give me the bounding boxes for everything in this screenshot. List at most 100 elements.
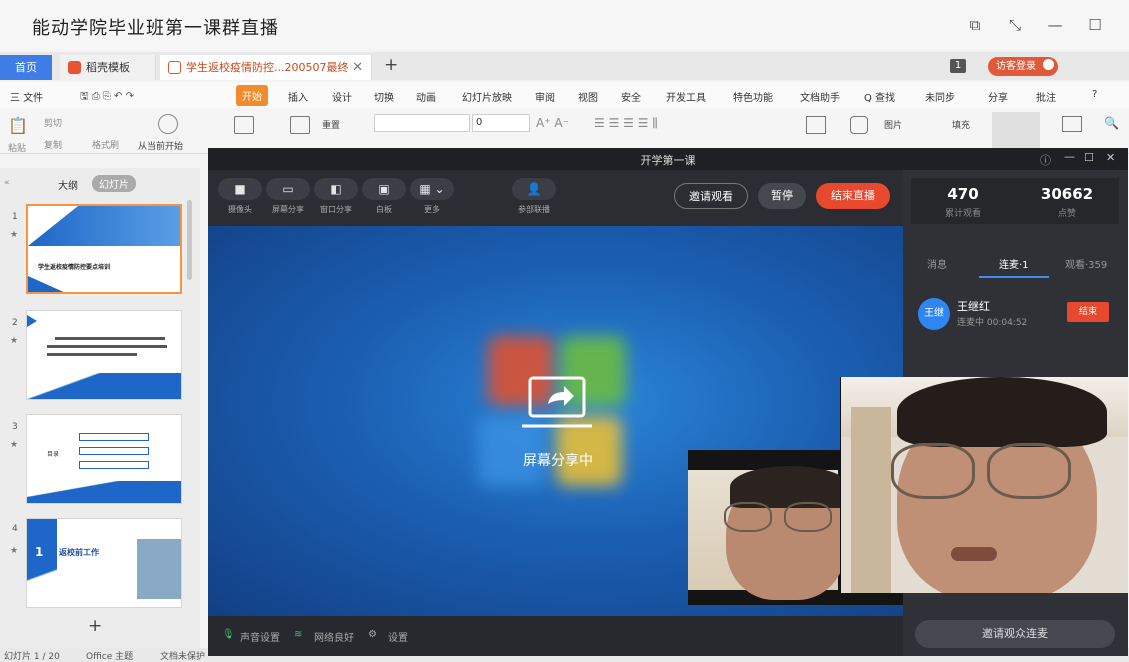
scrollbar[interactable] xyxy=(187,200,192,280)
more-button[interactable]: ▦ ⌄ 更多 xyxy=(410,178,454,218)
menu-view[interactable]: 视图 xyxy=(578,89,598,104)
menu-security[interactable]: 安全 xyxy=(621,89,641,104)
sharing-status: 屏幕分享中 xyxy=(523,453,593,469)
whiteboard-button[interactable]: ▣ 白板 xyxy=(362,178,406,218)
help-button[interactable]: ? xyxy=(1092,89,1097,100)
menu-features[interactable]: 特色功能 xyxy=(733,89,773,104)
caller-status: 连麦中 00:04:52 xyxy=(957,318,1028,328)
teacher-video-large[interactable] xyxy=(840,377,1128,593)
shape-icon[interactable] xyxy=(850,116,868,134)
font-grow-icon[interactable]: A⁺ A⁻ xyxy=(536,116,569,130)
settings-button[interactable]: 设置 xyxy=(388,629,408,644)
menu-file[interactable]: 三 文件 xyxy=(10,89,43,104)
fill-button[interactable]: 填充 xyxy=(952,118,970,131)
add-slide-button[interactable]: + xyxy=(88,616,102,636)
app-title-bar: 能动学院毕业班第一课群直播 ⧉ ⤡ — ☐ xyxy=(0,0,1129,50)
new-tab-button[interactable]: + xyxy=(384,55,398,75)
protect-status[interactable]: 文档未保护 xyxy=(160,649,205,662)
tab-viewers[interactable]: 观看·359 xyxy=(1065,256,1107,271)
menu-slideshow[interactable]: 幻灯片放映 xyxy=(462,89,512,104)
close-icon[interactable]: ✕ xyxy=(352,55,363,80)
textbox-icon[interactable] xyxy=(806,116,826,134)
image-button[interactable]: 图片 xyxy=(884,118,902,131)
minimize-icon[interactable]: — xyxy=(1064,150,1075,163)
menu-find[interactable]: Q 查找 xyxy=(864,89,895,104)
window-share-button[interactable]: ◧ 窗口分享 xyxy=(314,178,358,218)
paste-icon[interactable]: 📋 xyxy=(8,116,28,135)
live-title: 开学第一课 xyxy=(640,154,696,167)
quick-toolbar-icons[interactable]: 🖫 ⎙ ⎘ ↶ ↷ xyxy=(80,89,134,106)
slides-tab[interactable]: 幻灯片 xyxy=(92,175,136,192)
minimize-button[interactable]: — xyxy=(1044,14,1066,36)
members-button[interactable]: 👤 参部联播 xyxy=(512,178,556,218)
maximize-button[interactable]: ☐ xyxy=(1084,14,1106,36)
user-icon xyxy=(1043,59,1055,70)
cut-button[interactable]: 剪切 xyxy=(44,116,62,129)
menu-review[interactable]: 审阅 xyxy=(535,89,555,104)
network-status: 网络良好 xyxy=(314,633,354,644)
play-icon[interactable] xyxy=(158,114,178,134)
shrink-icon[interactable]: ⤡ xyxy=(1004,14,1026,36)
copy-button[interactable]: 复制 xyxy=(44,138,62,151)
tab-mic[interactable]: 连麦·1 xyxy=(999,256,1029,271)
animation-star-icon: ★ xyxy=(10,230,19,240)
slide-counter: 幻灯片 1 / 20 xyxy=(4,652,60,662)
stats-box: 470 累计观看 30662 点赞 xyxy=(911,178,1119,224)
window-count-badge[interactable]: 1 xyxy=(950,59,966,73)
menu-start[interactable]: 开始 xyxy=(236,85,268,106)
end-mic-button[interactable]: 结束 xyxy=(1067,302,1109,322)
menu-design[interactable]: 设计 xyxy=(332,89,352,104)
from-current-button[interactable]: 从当前开始 xyxy=(138,139,183,152)
font-size-field[interactable]: 0 xyxy=(472,114,530,132)
invite-watch-button[interactable]: 邀请观看 xyxy=(674,183,748,209)
tab-home[interactable]: 首页 xyxy=(0,55,52,80)
maximize-icon[interactable]: ☐ xyxy=(1084,151,1094,164)
tab-template[interactable]: 稻壳模板 xyxy=(60,55,156,80)
menu-dev-tools[interactable]: 开发工具 xyxy=(666,89,706,104)
pause-button[interactable]: 暂停 xyxy=(758,183,806,209)
reset-button[interactable]: 重置 xyxy=(322,118,340,131)
new-slide-icon[interactable] xyxy=(234,116,254,134)
slide-title: 学生返校疫情防控要点培训 xyxy=(38,264,111,271)
tab-template-label: 稻壳模板 xyxy=(86,61,130,74)
slide-thumbnail-1[interactable]: 学生返校疫情防控要点培训 xyxy=(26,204,182,294)
collapse-icon[interactable]: « xyxy=(4,178,10,188)
more-label: 更多 xyxy=(424,205,440,214)
slide-thumbnail-2[interactable] xyxy=(26,310,182,400)
invite-mic-button[interactable]: 邀请观众连麦 xyxy=(915,620,1115,648)
menu-animation[interactable]: 动画 xyxy=(416,89,436,104)
format-painter-button[interactable]: 格式刷 xyxy=(92,138,119,151)
slide-thumbnail-4[interactable]: 1 返校前工作 xyxy=(26,518,182,608)
search-icon[interactable]: 🔍 xyxy=(1104,116,1119,130)
end-live-button[interactable]: 结束直播 xyxy=(816,183,890,209)
sync-status[interactable]: 未同步 xyxy=(925,89,955,104)
live-title-bar: 开学第一课 ⓘ — ☐ ✕ xyxy=(208,148,1128,170)
menu-doc-assistant[interactable]: 文档助手 xyxy=(800,89,840,104)
menu-insert[interactable]: 插入 xyxy=(288,89,308,104)
camera-button[interactable]: ■ 摄像头 xyxy=(218,178,262,218)
outline-tab[interactable]: 大纲 xyxy=(58,177,78,192)
close-icon[interactable]: ✕ xyxy=(1106,151,1115,164)
tab-messages[interactable]: 消息 xyxy=(927,256,947,271)
screen-share-button[interactable]: ▭ 屏幕分享 xyxy=(266,178,310,218)
slide-thumbnail-3[interactable]: 目录 xyxy=(26,414,182,504)
section-number: 1 xyxy=(35,545,44,559)
members-icon: 👤 xyxy=(512,178,556,200)
paste-button[interactable]: 粘贴 xyxy=(8,141,26,154)
total-views-label: 累计观看 xyxy=(944,209,981,219)
tab-document[interactable]: 学生返校疫情防控...200507最终 ✕ xyxy=(160,55,372,80)
window-title: 能动学院毕业班第一课群直播 xyxy=(32,18,279,39)
menu-transition[interactable]: 切换 xyxy=(374,89,394,104)
highlight-tool-button[interactable] xyxy=(992,112,1040,150)
audio-settings[interactable]: 声音设置 xyxy=(240,629,280,644)
help-icon[interactable]: ⓘ xyxy=(1040,152,1051,168)
comment-button[interactable]: 批注 xyxy=(1036,89,1056,104)
layout-icon[interactable] xyxy=(290,116,310,134)
list-icons[interactable]: ☰ ☰ ☰ ☰ ⫼ xyxy=(594,116,658,131)
screen-icon[interactable] xyxy=(1062,116,1082,132)
font-name-field[interactable] xyxy=(374,114,470,132)
share-button[interactable]: 分享 xyxy=(988,89,1008,104)
pip-icon[interactable]: ⧉ xyxy=(964,14,986,36)
slides-panel: « 大纲 幻灯片 1 ★ 学生返校疫情防控要点培训 2 ★ 3 ★ 目录 4 ★… xyxy=(0,168,200,648)
visitor-login-button[interactable]: 访客登录 xyxy=(988,57,1058,76)
